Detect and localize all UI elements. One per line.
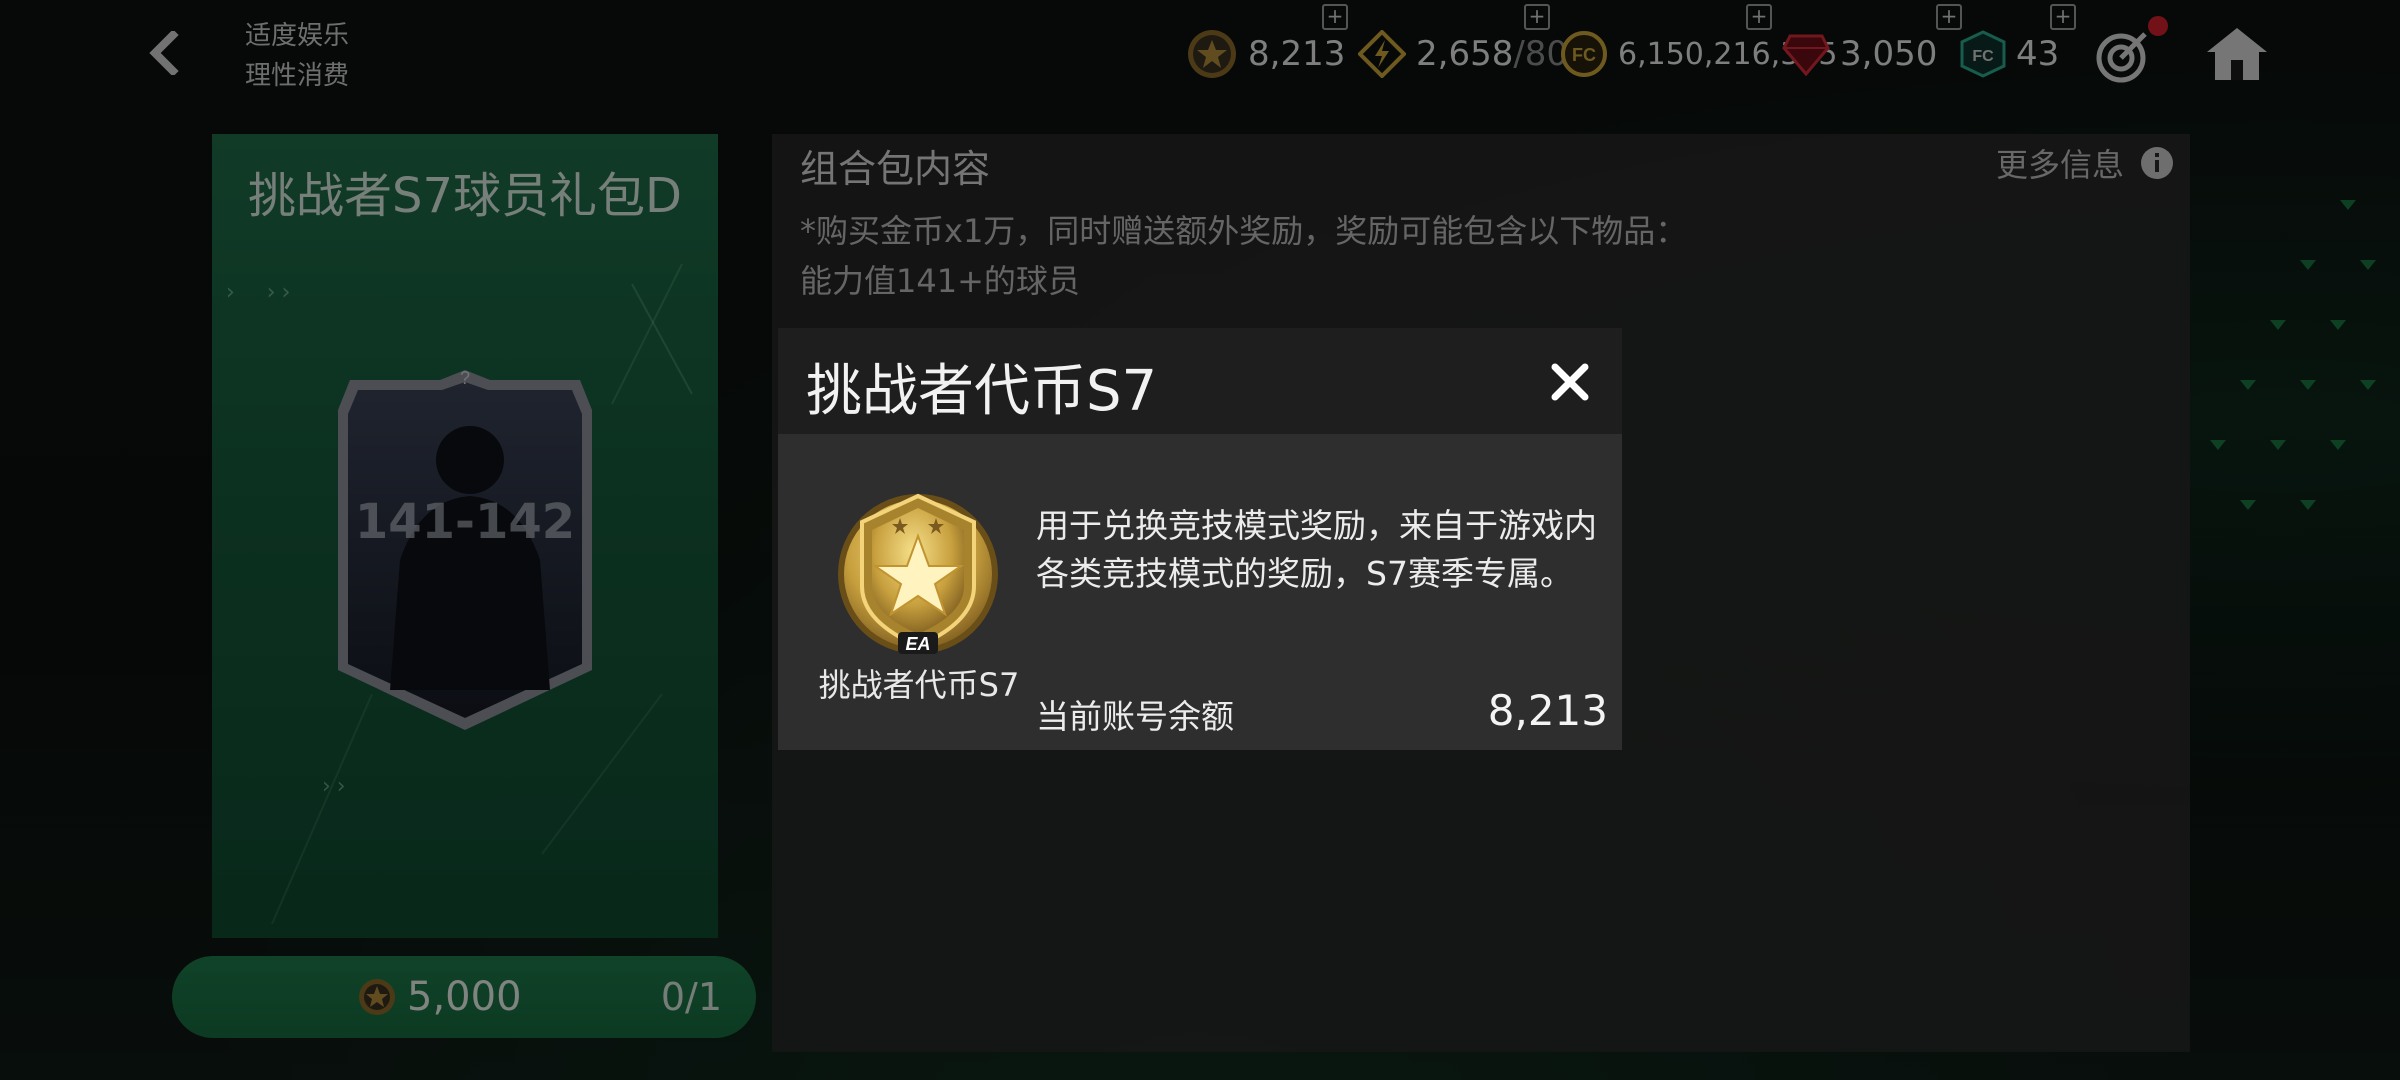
token-label: 挑战者代币S7 xyxy=(818,666,1020,704)
balance-value: 8,213 xyxy=(1487,686,1608,735)
ea-logo: EA xyxy=(905,634,930,654)
item-info-modal: 挑战者代币S7 EA 挑战者代币S7 用于兑换竞技模式奖励，来自于游戏内各类竞技… xyxy=(778,328,1622,750)
token-description: 用于兑换竞技模式奖励，来自于游戏内各类竞技模式的奖励，S7赛季专属。 xyxy=(1036,506,1597,593)
modal-header: 挑战者代币S7 xyxy=(778,328,1622,434)
modal-body: EA 挑战者代币S7 用于兑换竞技模式奖励，来自于游戏内各类竞技模式的奖励，S7… xyxy=(778,434,1622,750)
balance-label: 当前账号余额 xyxy=(1036,697,1234,736)
challenger-token-icon: EA xyxy=(838,493,998,654)
close-icon xyxy=(1551,363,1589,401)
modal-title: 挑战者代币S7 xyxy=(806,359,1158,424)
close-button[interactable] xyxy=(1542,354,1598,410)
